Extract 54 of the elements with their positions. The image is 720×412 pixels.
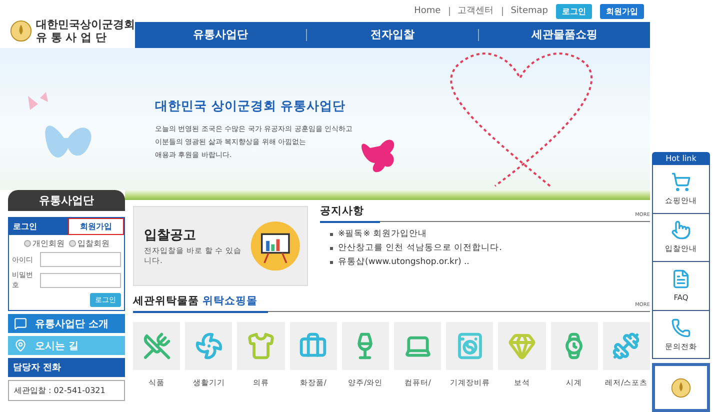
category-tile[interactable]	[133, 322, 180, 370]
category-tile[interactable]	[602, 322, 650, 370]
phone-number: 세관입찰 : 02-541-0321	[14, 385, 106, 396]
notice-item[interactable]: 안산창고를 인천 석남동으로 이전합니다.	[338, 242, 502, 254]
hotlink-title: Hot link	[652, 152, 710, 165]
map-pin-icon	[14, 339, 27, 352]
category-tile[interactable]	[290, 322, 337, 370]
nav-item[interactable]: 전자입찰	[306, 29, 478, 41]
category-tile[interactable]	[446, 322, 494, 370]
login-tab[interactable]: 로그인	[9, 218, 68, 235]
radio-button[interactable]	[68, 240, 76, 247]
category-tile[interactable]	[394, 322, 442, 370]
notice-title: 공지사항	[320, 204, 364, 218]
notice-item[interactable]: ※필독※ 회원가입안내	[338, 228, 427, 240]
briefcase-icon	[299, 332, 328, 360]
phone-title: 담당자 전화	[8, 358, 125, 377]
notice-item[interactable]: 유통샵(www.utongshop.or.kr) ..	[338, 256, 470, 268]
shopping-cart-icon	[671, 172, 691, 192]
menu-button[interactable]: 유통사업단 소개	[8, 314, 125, 333]
fork-knife-icon	[142, 332, 171, 360]
category-tile[interactable]	[550, 322, 598, 370]
emblem-icon	[671, 378, 691, 398]
radio-label: 입찰회원	[78, 238, 110, 249]
emblem-banner[interactable]	[652, 363, 710, 412]
pointing-hand-icon	[671, 220, 691, 240]
top-link[interactable]: Sitemap	[510, 6, 548, 16]
shop-title: 세관위탁물품 위탁쇼핑몰	[133, 294, 258, 308]
input-field[interactable]	[40, 252, 121, 267]
top-link[interactable]: 고객센터	[458, 6, 494, 16]
hero-title: 대한민국 상이군경회 유통사업단	[155, 98, 347, 115]
sidebar-tab[interactable]: 유통사업단	[8, 190, 125, 211]
category-tile[interactable]	[498, 322, 546, 370]
top-link[interactable]: Home	[414, 6, 441, 16]
nav-item[interactable]: 세관물품쇼핑	[478, 29, 650, 41]
category-tile[interactable]	[342, 322, 389, 370]
bid-title: 입찰공고	[144, 227, 197, 244]
join-button[interactable]: 회원가입	[600, 4, 644, 18]
dumbbell-icon	[612, 332, 640, 360]
shirt-icon	[246, 332, 275, 360]
logo-text[interactable]: 대한민국상이군경회 유 통 사 업 단	[36, 18, 135, 44]
diamond-icon	[508, 332, 536, 360]
login-tab[interactable]: 회원가입	[68, 218, 124, 235]
category-tile[interactable]	[185, 322, 232, 370]
washing-machine-icon	[456, 332, 484, 360]
emblem-icon	[10, 19, 32, 43]
phone-icon	[671, 318, 691, 338]
document-icon	[671, 269, 691, 290]
radio-label: 개인회원	[32, 238, 64, 249]
chat-icon	[14, 317, 27, 330]
nav-item[interactable]: 유통사업단	[135, 29, 306, 41]
category-tile[interactable]	[237, 322, 285, 370]
fan-icon	[194, 332, 223, 360]
radio-button[interactable]	[24, 240, 30, 247]
input-field[interactable]	[40, 272, 121, 288]
